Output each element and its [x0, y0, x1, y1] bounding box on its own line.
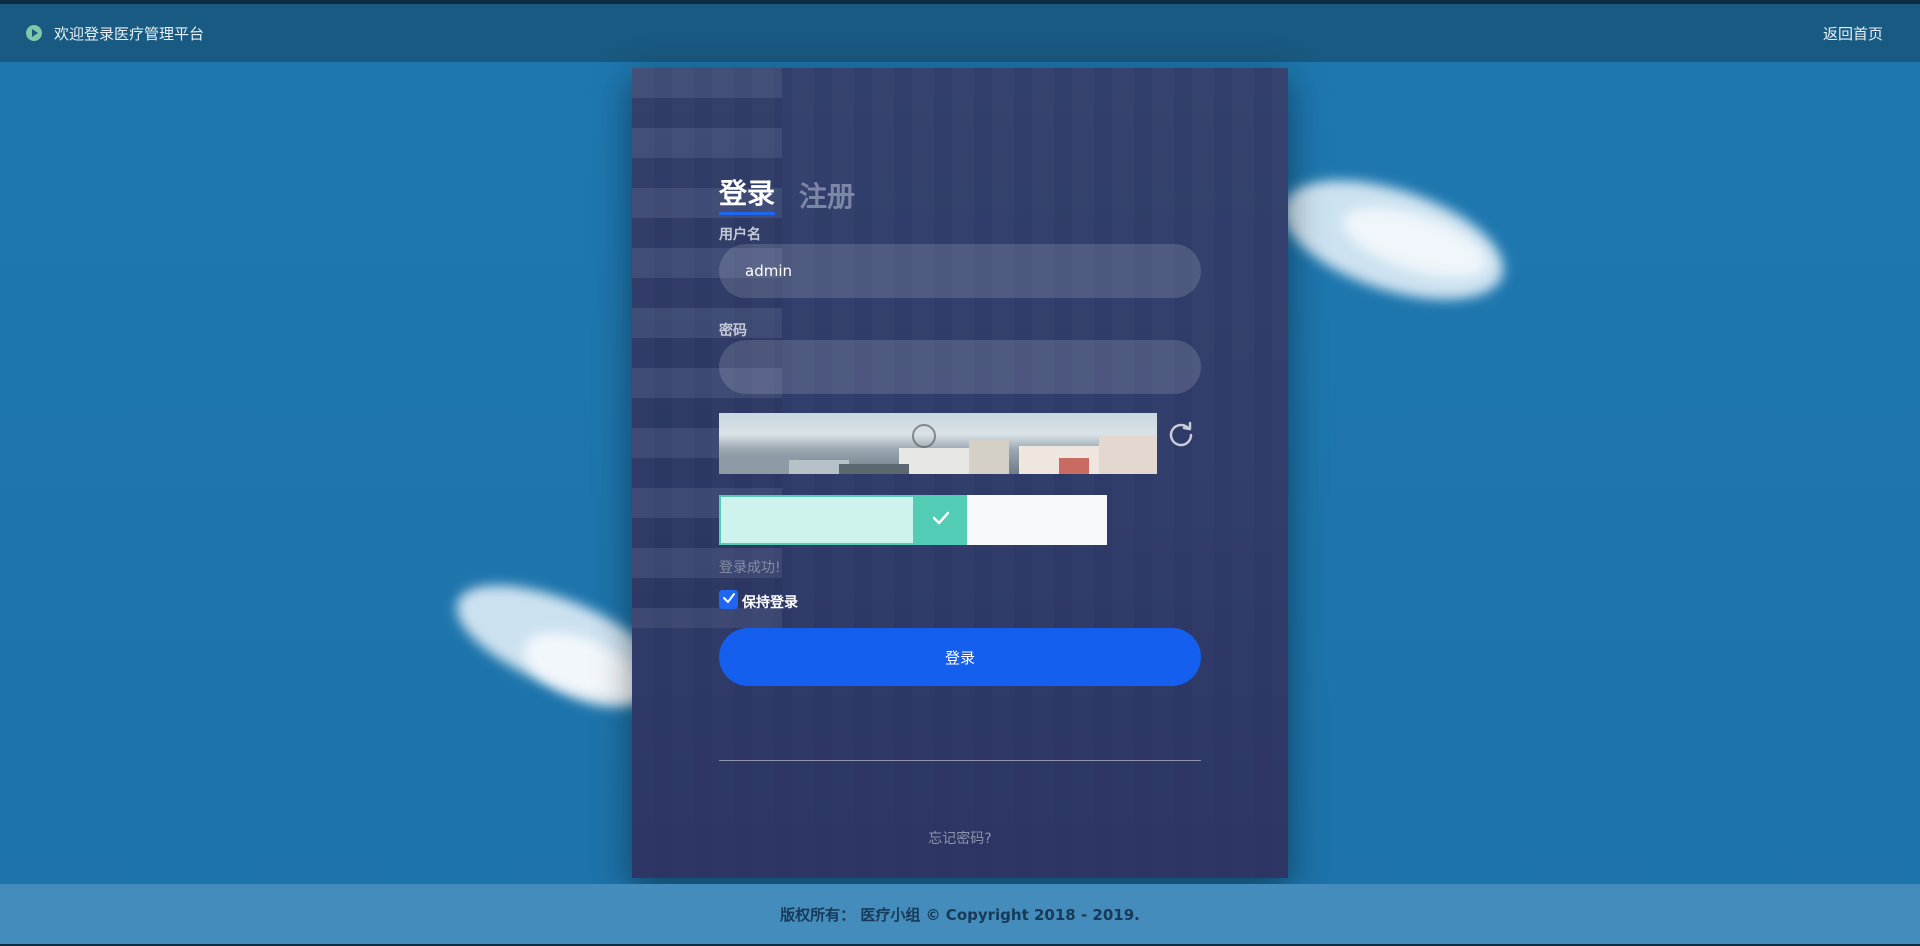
- password-label: 密码: [719, 323, 747, 339]
- remember-me[interactable]: 保持登录: [719, 586, 798, 612]
- login-button[interactable]: 登录: [719, 628, 1201, 686]
- checkmark-icon: [722, 590, 736, 609]
- remember-label: 保持登录: [742, 595, 798, 611]
- slider-status-text: 登录成功!: [719, 560, 781, 576]
- captcha-puzzle-piece: [912, 424, 936, 448]
- welcome-text: 欢迎登录医疗管理平台: [54, 24, 205, 43]
- username-label: 用户名: [719, 227, 761, 243]
- brand: 欢迎登录医疗管理平台: [26, 4, 204, 62]
- captcha-image: [719, 413, 1157, 474]
- refresh-icon[interactable]: [1167, 420, 1195, 448]
- tab-register[interactable]: 注册: [799, 175, 855, 215]
- login-card: 登录 注册 用户名 密码: [632, 68, 1288, 878]
- footer: 版权所有： 医疗小组 © Copyright 2018 - 2019.: [0, 884, 1920, 944]
- remember-checkbox[interactable]: [719, 589, 738, 609]
- slider-handle[interactable]: [915, 495, 967, 545]
- tab-login[interactable]: 登录: [719, 172, 776, 215]
- page: 欢迎登录医疗管理平台 返回首页 登录 注册 用户名 密码: [0, 0, 1920, 946]
- divider: [719, 760, 1201, 761]
- play-circle-icon: [26, 25, 42, 41]
- auth-tabs: 登录 注册: [719, 172, 855, 215]
- username-input[interactable]: [719, 244, 1201, 298]
- forgot-password-link[interactable]: 忘记密码?: [632, 828, 1288, 848]
- copyright-text: 版权所有： 医疗小组 © Copyright 2018 - 2019.: [780, 905, 1140, 924]
- back-home-link[interactable]: 返回首页: [1823, 4, 1883, 62]
- slider-captcha[interactable]: [719, 495, 1107, 545]
- check-icon: [931, 508, 951, 532]
- password-input[interactable]: [719, 340, 1201, 394]
- slider-track-filled: [719, 495, 915, 545]
- top-header: 欢迎登录医疗管理平台 返回首页: [0, 4, 1920, 62]
